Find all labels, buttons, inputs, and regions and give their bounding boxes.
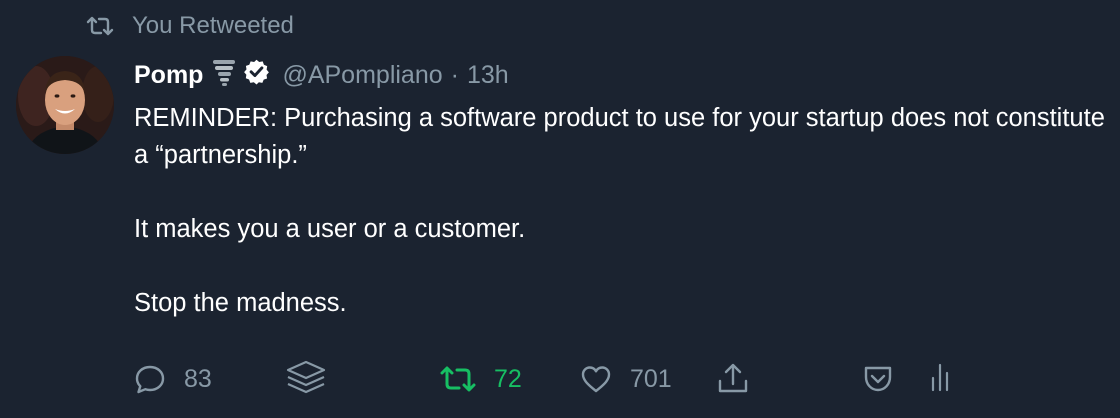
retweet-count: 72 [494, 364, 522, 393]
tornado-icon [211, 57, 237, 94]
tweet-body: REMINDER: Purchasing a software product … [134, 100, 1114, 322]
stack-layers-icon [286, 360, 326, 394]
tweet-timestamp[interactable]: 13h [467, 61, 509, 90]
author-name[interactable]: Pomp [134, 61, 203, 90]
like-button[interactable]: 701 [580, 352, 672, 406]
retweet-context: You Retweeted [86, 10, 294, 42]
share-button[interactable] [716, 352, 750, 406]
avatar[interactable] [16, 56, 114, 154]
retweet-icon [440, 366, 476, 392]
retweet-button[interactable]: 72 [440, 352, 522, 406]
tweet-header: Pomp @APompliano · 13h [134, 56, 509, 94]
stack-button[interactable] [284, 352, 328, 406]
tweet-paragraph: Stop the madness. [134, 289, 347, 317]
tweet-actions: 83 72 701 [0, 352, 1120, 406]
heart-icon [581, 366, 611, 393]
header-separator: · [450, 60, 459, 89]
tweet-paragraph: It makes you a user or a customer. [134, 215, 526, 243]
retweet-icon [86, 16, 114, 36]
reply-count: 83 [184, 364, 212, 393]
pocket-button[interactable] [862, 352, 894, 406]
analytics-bars-icon [931, 363, 949, 392]
reply-button[interactable]: 83 [134, 352, 212, 406]
like-count: 701 [630, 364, 672, 393]
share-icon [718, 363, 748, 393]
analytics-button[interactable] [930, 352, 950, 406]
retweet-context-label: You Retweeted [132, 12, 294, 39]
pocket-icon [864, 366, 892, 392]
verified-badge-icon [243, 58, 270, 92]
reply-icon [135, 365, 165, 394]
author-handle[interactable]: @APompliano [282, 61, 442, 90]
tweet-paragraph: REMINDER: Purchasing a software product … [134, 104, 1105, 169]
